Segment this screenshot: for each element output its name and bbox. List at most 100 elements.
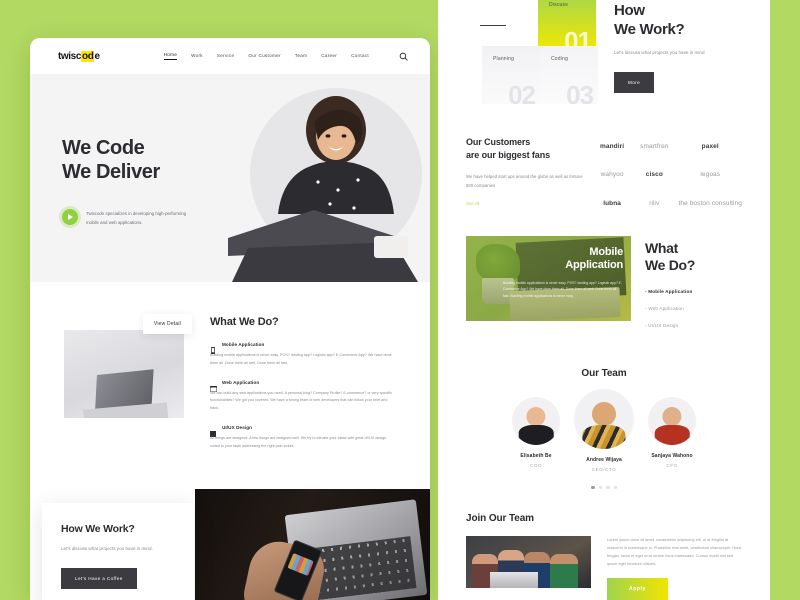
- team-members-row: Elisabeth Be COO Andree Wijaya CEO/CTO S…: [466, 388, 742, 472]
- client-logo-lubna: lubna: [603, 199, 622, 207]
- left-how-we-work-section: How We Work? Let's discuss what projects…: [30, 489, 430, 600]
- top-navigation: twiscode Home Work Service Our Customer …: [30, 38, 430, 74]
- join-our-team-section: Join Our Team Lorem ipsum dolor sit amet…: [438, 513, 770, 600]
- mobile-application-banner[interactable]: Mobile Application Building mobile appli…: [466, 235, 631, 321]
- hero-headline: We Code We Deliver: [62, 136, 194, 185]
- hero-headline-line1: We Code: [62, 137, 145, 159]
- nav-item-service[interactable]: Service: [217, 53, 234, 60]
- avatar-head: [662, 407, 682, 427]
- browser-icon: [210, 379, 217, 392]
- laptop-photo: [64, 330, 184, 418]
- carousel-dot-2[interactable]: [598, 485, 602, 490]
- service-item-mobile[interactable]: Mobile Application Building mobile appli…: [210, 341, 396, 368]
- team-member-card[interactable]: Andree Wijaya CEO/CTO: [574, 388, 634, 472]
- how-we-work-title-line1: How: [614, 2, 645, 19]
- step-label: Coding: [551, 56, 569, 62]
- right-page-mockup: Discuss 01 Planning 02 Coding 03 How We …: [438, 0, 770, 600]
- view-detail-button[interactable]: View Detail: [142, 314, 192, 334]
- team-member-card[interactable]: Elisabeth Be COO: [512, 396, 560, 468]
- client-logo-paxel: paxel: [701, 142, 719, 150]
- step-card-discuss[interactable]: Discuss 01: [538, 0, 596, 50]
- nav-item-contact[interactable]: Contact: [351, 53, 369, 60]
- connector-line: [480, 25, 506, 26]
- customers-copy: Our Customers are our biggest fans We ha…: [466, 136, 584, 210]
- nav-item-team[interactable]: Team: [295, 53, 307, 60]
- what-we-do-title-line1: What: [645, 239, 679, 256]
- hero-section: We Code We Deliver Twiscode specializes …: [30, 74, 430, 282]
- how-we-work-steps-wrap: Discuss 01 Planning 02 Coding 03 How We …: [466, 0, 742, 112]
- laptop-shape: [490, 572, 538, 589]
- service-header: Web Application: [210, 379, 396, 392]
- play-icon[interactable]: [62, 208, 78, 225]
- hero-subtitle: Twiscode specializes in developing high-…: [86, 210, 187, 225]
- our-team-section: Our Team Elisabeth Be COO Andree Wijaya …: [438, 368, 770, 490]
- service-item-uiux[interactable]: UI/UX Design All things are designed. A …: [210, 424, 396, 451]
- avatar: [648, 396, 696, 445]
- what-we-do-item-uiux[interactable]: - UI/UX Design: [645, 323, 742, 328]
- carousel-dot-1[interactable]: [591, 485, 595, 490]
- service-description: Building mobile applications is never ea…: [210, 353, 392, 365]
- team-member-name: Elisabeth Be: [520, 452, 552, 459]
- logo-text-part2: e: [94, 50, 100, 62]
- what-we-do-copy: What We Do? - Mobile Application - Web A…: [645, 236, 742, 340]
- join-our-team-copy: Lorem ipsum dolor sit amet, consectetur …: [607, 536, 742, 600]
- what-we-do-body: What We Do? Mobile Application Building …: [210, 314, 396, 461]
- service-header: Mobile Application: [210, 341, 396, 354]
- service-name: Web Application: [222, 379, 260, 385]
- left-page-mockup: twiscode Home Work Service Our Customer …: [30, 38, 430, 600]
- client-logo-mandiri: mandiri: [600, 142, 625, 150]
- person-shape: [550, 554, 578, 589]
- logo-text-part1: twisc: [58, 50, 82, 62]
- step-number: 02: [508, 80, 536, 104]
- join-our-team-text: Lorem ipsum dolor sit amet, consectetur …: [607, 537, 742, 567]
- step-label: Discuss: [549, 2, 568, 8]
- what-we-do-item-mobile[interactable]: - Mobile Application: [645, 289, 742, 294]
- customers-title: Our Customers are our biggest fans: [466, 136, 584, 162]
- client-logo-cisco: cisco: [645, 171, 663, 179]
- join-our-team-row: Lorem ipsum dolor sit amet, consectetur …: [466, 536, 742, 600]
- nav-item-home[interactable]: Home: [163, 52, 178, 60]
- banner-caption: Mobile Application: [565, 246, 623, 272]
- right-what-we-do-section: Mobile Application Building mobile appli…: [438, 235, 770, 340]
- apply-button[interactable]: Apply: [607, 578, 668, 600]
- avatar-body: [654, 425, 690, 445]
- nav-item-our-customer[interactable]: Our Customer: [248, 53, 280, 60]
- service-name: Mobile Application: [222, 342, 265, 347]
- nav-item-work[interactable]: Work: [191, 53, 203, 60]
- design-icon: [210, 424, 216, 437]
- hero-photo-woman-laptop: [218, 86, 428, 282]
- what-we-do-list: - Mobile Application - Web Application -…: [645, 289, 742, 328]
- team-member-card[interactable]: Sanjaya Wahono CFO: [648, 396, 696, 468]
- banner-caption-line1: Mobile: [589, 245, 623, 258]
- hero-headline-line2: We Deliver: [62, 161, 160, 184]
- client-logo-legoas: legoas: [700, 171, 721, 179]
- step-card-coding[interactable]: Coding 03: [540, 46, 598, 104]
- join-our-team-title: Join Our Team: [466, 513, 534, 525]
- nav-item-career[interactable]: Career: [321, 53, 337, 60]
- avatar: [574, 388, 634, 449]
- avatar-body: [582, 424, 626, 449]
- site-logo[interactable]: twiscode: [58, 50, 100, 62]
- left-what-we-do-section: View Detail What We Do? Mobile Applicati…: [30, 282, 430, 461]
- team-member-name: Andree Wijaya: [586, 456, 622, 463]
- carousel-dot-4[interactable]: [613, 485, 617, 490]
- nav-links: Home Work Service Our Customer Team Care…: [163, 52, 408, 61]
- client-logo-bcg: the boston consulting: [678, 199, 742, 207]
- see-all-link[interactable]: See All: [466, 201, 479, 206]
- service-item-web[interactable]: Web Application We can build any web app…: [210, 379, 396, 413]
- avatar: [512, 396, 560, 445]
- team-member-role: COO: [530, 462, 542, 468]
- search-icon[interactable]: [399, 52, 408, 61]
- avatar-body: [518, 425, 554, 445]
- what-we-do-title: What We Do?: [210, 316, 279, 328]
- how-we-work-title: How We Work?: [61, 523, 135, 536]
- how-we-work-card: How We Work? Let's discuss what projects…: [42, 503, 194, 600]
- coffee-cta-button[interactable]: Let's Have a Coffee: [61, 568, 137, 589]
- what-we-do-item-web[interactable]: - Web Application: [645, 306, 742, 311]
- how-we-work-title: How We Work?: [614, 2, 764, 39]
- client-logo-smartfren: smartfren: [640, 142, 669, 150]
- what-we-do-title-line2: We Do?: [645, 257, 696, 274]
- more-button[interactable]: More: [614, 71, 655, 93]
- carousel-dot-3[interactable]: [606, 485, 610, 490]
- step-card-planning[interactable]: Planning 02: [482, 46, 540, 104]
